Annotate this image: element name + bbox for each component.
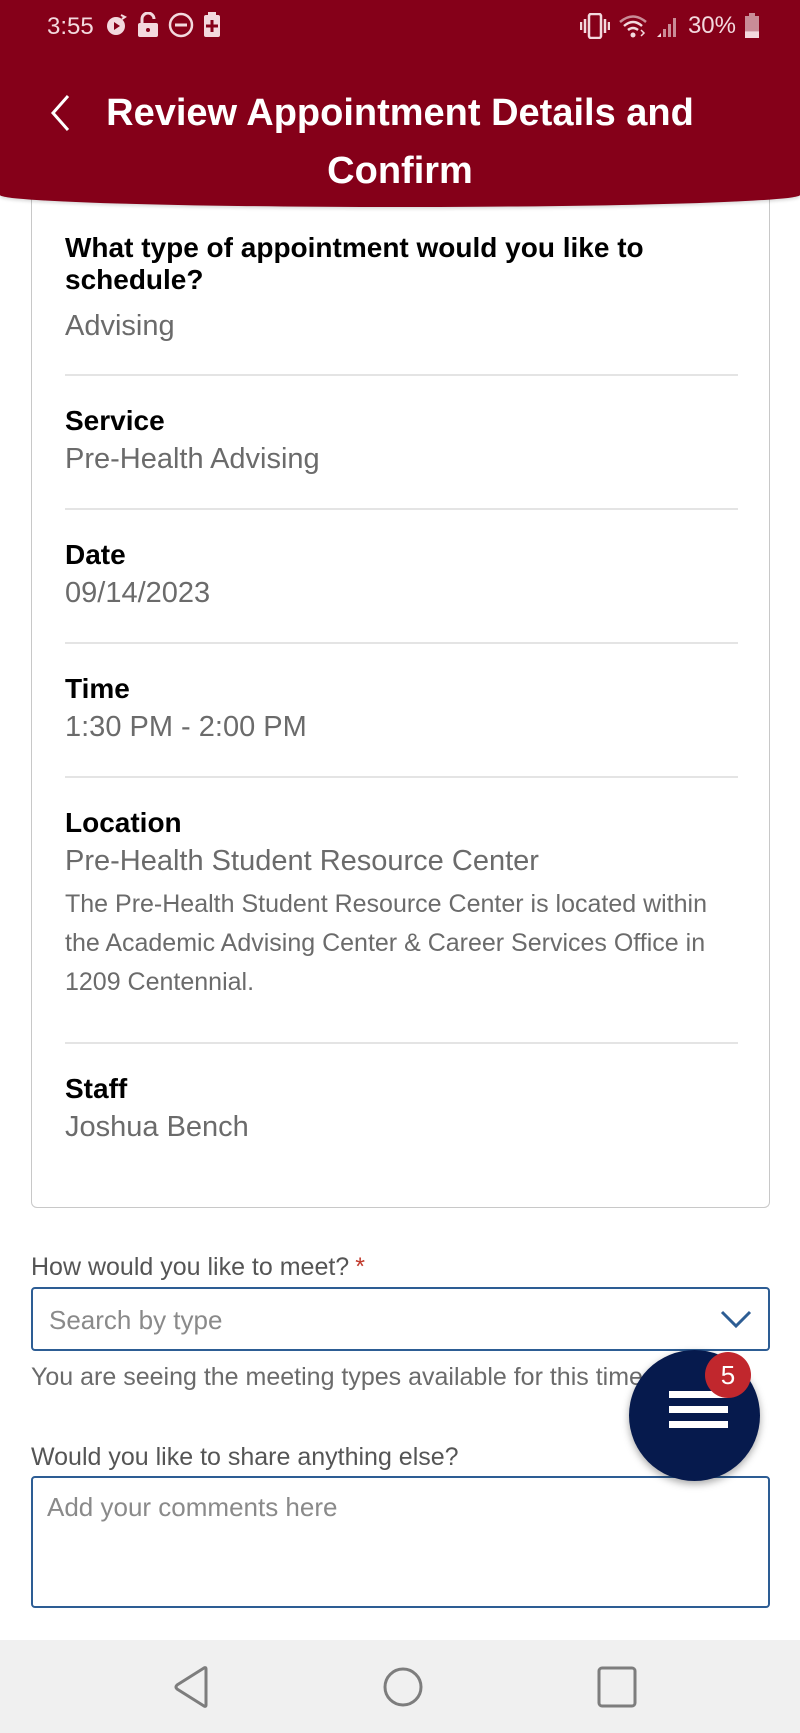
back-nav-icon (173, 1666, 213, 1708)
detail-value: Pre-Health Advising (65, 443, 320, 475)
detail-date: Date 09/14/2023 (65, 539, 738, 613)
required-marker: * (355, 1253, 365, 1281)
appointment-details-card: What type of appointment would you like … (31, 170, 770, 1208)
wifi-icon (618, 14, 648, 38)
app-header: 3:55 30% Review Appointment Details and … (0, 0, 800, 207)
signal-icon (656, 14, 680, 38)
detail-label: Service (65, 405, 165, 436)
meeting-type-select[interactable]: Search by type (31, 1287, 770, 1351)
meeting-type-label: How would you like to meet? * (31, 1253, 365, 1282)
divider (65, 642, 738, 644)
location-description: The Pre-Health Student Resource Center i… (65, 890, 707, 996)
detail-location: Location Pre-Health Student Resource Cen… (65, 807, 738, 1002)
detail-value: Pre-Health Student Resource Center (65, 845, 539, 877)
notification-badge: 5 (705, 1352, 751, 1398)
detail-value: Joshua Bench (65, 1111, 249, 1143)
divider (65, 1042, 738, 1044)
media-timer-icon (106, 13, 128, 37)
battery-percent: 30% (687, 12, 736, 39)
comments-label: Would you like to share anything else? (31, 1443, 459, 1471)
meeting-type-placeholder: Search by type (49, 1305, 223, 1335)
chevron-left-icon (49, 93, 71, 133)
detail-label: Staff (65, 1073, 128, 1104)
back-button[interactable] (40, 88, 80, 138)
nav-back-button[interactable] (168, 1664, 218, 1710)
menu-icon (669, 1391, 728, 1436)
detail-label: What type of appointment would you like … (65, 232, 644, 295)
page-title: Review Appointment Details and Confirm (106, 92, 694, 192)
detail-time: Time 1:30 PM - 2:00 PM (65, 673, 738, 747)
comments-textarea[interactable] (31, 1476, 770, 1608)
battery-icon (744, 13, 760, 39)
detail-service: Service Pre-Health Advising (65, 405, 738, 479)
detail-label: Time (65, 673, 130, 704)
home-nav-icon (383, 1666, 423, 1708)
detail-staff: Staff Joshua Bench (65, 1073, 738, 1147)
lock-icon (137, 12, 159, 38)
detail-value: 1:30 PM - 2:00 PM (65, 711, 307, 743)
detail-label: Location (65, 807, 182, 838)
divider (65, 776, 738, 778)
status-bar: 3:55 30% (0, 0, 800, 54)
detail-value: 09/14/2023 (65, 577, 211, 609)
status-right-icons: 30% (579, 12, 760, 40)
detail-appointment-type: What type of appointment would you like … (65, 232, 738, 346)
meeting-type-label-text: How would you like to meet? (31, 1253, 350, 1281)
detail-value: Advising (65, 310, 175, 342)
nav-recents-button[interactable] (592, 1664, 642, 1710)
system-nav-bar (0, 1640, 800, 1733)
chevron-down-icon (720, 1309, 752, 1329)
vibrate-icon (579, 13, 610, 39)
divider (65, 508, 738, 510)
status-left-icons (106, 12, 221, 38)
status-time: 3:55 (47, 13, 94, 40)
do-not-disturb-icon (168, 12, 194, 38)
divider (65, 374, 738, 376)
battery-saver-icon (203, 12, 221, 38)
nav-home-button[interactable] (378, 1664, 428, 1710)
recents-nav-icon (597, 1666, 637, 1708)
detail-label: Date (65, 539, 126, 570)
